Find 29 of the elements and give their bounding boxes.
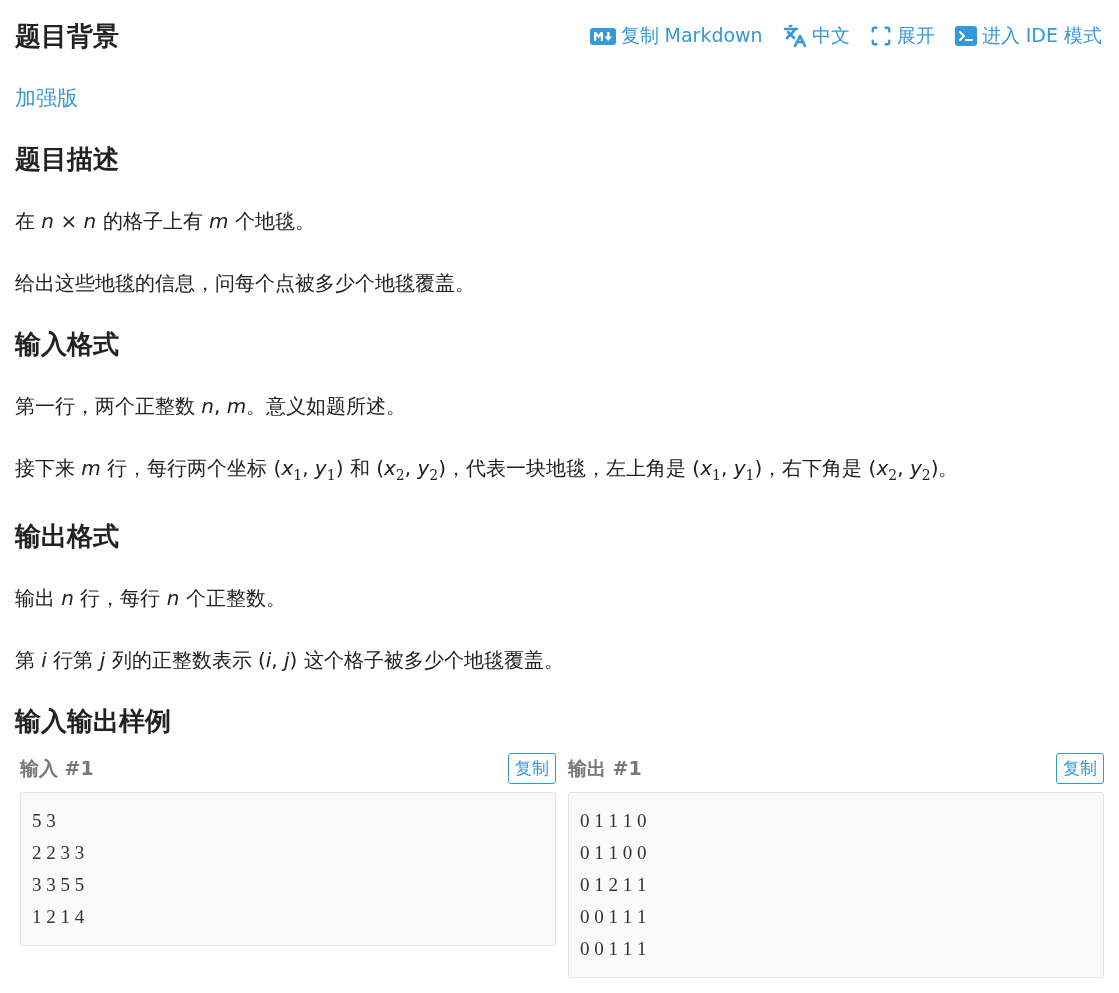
paragraph: 第 i 行第 j 列的正整数表示 (i, j) 这个格子被多少个地毯覆盖。: [15, 647, 565, 674]
toolbar-link[interactable]: 进入 IDE 模式: [954, 23, 1102, 49]
code-line: 0 1 2 1 1: [580, 873, 648, 897]
code-line: 0 0 1 1 1: [580, 937, 648, 961]
code-line: 0 0 1 1 1: [580, 905, 648, 929]
paragraph: 输出 n 行，每行 n 个正整数。: [15, 585, 287, 612]
section-heading: 题目描述: [15, 143, 120, 176]
code-line: 2 2 3 3: [32, 841, 86, 865]
copy-button[interactable]: 复制: [508, 753, 556, 784]
code-line: 0 1 1 1 0: [580, 809, 648, 833]
code-line: 3 3 5 5: [32, 873, 86, 897]
code-line: 1 2 1 4: [32, 905, 86, 929]
section-heading: 题目背景: [15, 20, 119, 53]
paragraph: 第一行，两个正整数 n, m。意义如题所述。: [15, 393, 408, 420]
toolbar-link[interactable]: 复制 Markdown: [589, 23, 763, 49]
section-heading: 输入格式: [15, 328, 120, 361]
copy-button[interactable]: 复制: [1056, 753, 1104, 784]
sample-title: 输出 #1: [568, 755, 642, 781]
paragraph: 给出这些地毯的信息，问每个点被多少个地毯覆盖。: [15, 270, 476, 297]
toolbar-link[interactable]: 中文: [782, 23, 850, 49]
paragraph: 在 n × n 的格子上有 m 个地毯。: [15, 208, 316, 235]
link[interactable]: 加强版: [15, 77, 78, 119]
paragraph: 接下来 m 行，每行两个坐标 (x$_{1}$, y$_{1}$) 和 (x$_{2}$, y$_{2}$)，代表一块地毯，左上角是 (x$_{1}$, y$_{1}$)，右下角是 (x$_{2}$, y$_{2}$)。: [15, 455, 960, 485]
section-heading: 输入输出样例: [15, 705, 172, 738]
code-line: 0 1 1 0 0: [580, 841, 648, 865]
sample-title: 输入 #1: [20, 755, 94, 781]
code-line: 5 3: [32, 809, 57, 833]
toolbar-link[interactable]: 展开: [869, 23, 935, 49]
section-heading: 输出格式: [15, 520, 120, 553]
